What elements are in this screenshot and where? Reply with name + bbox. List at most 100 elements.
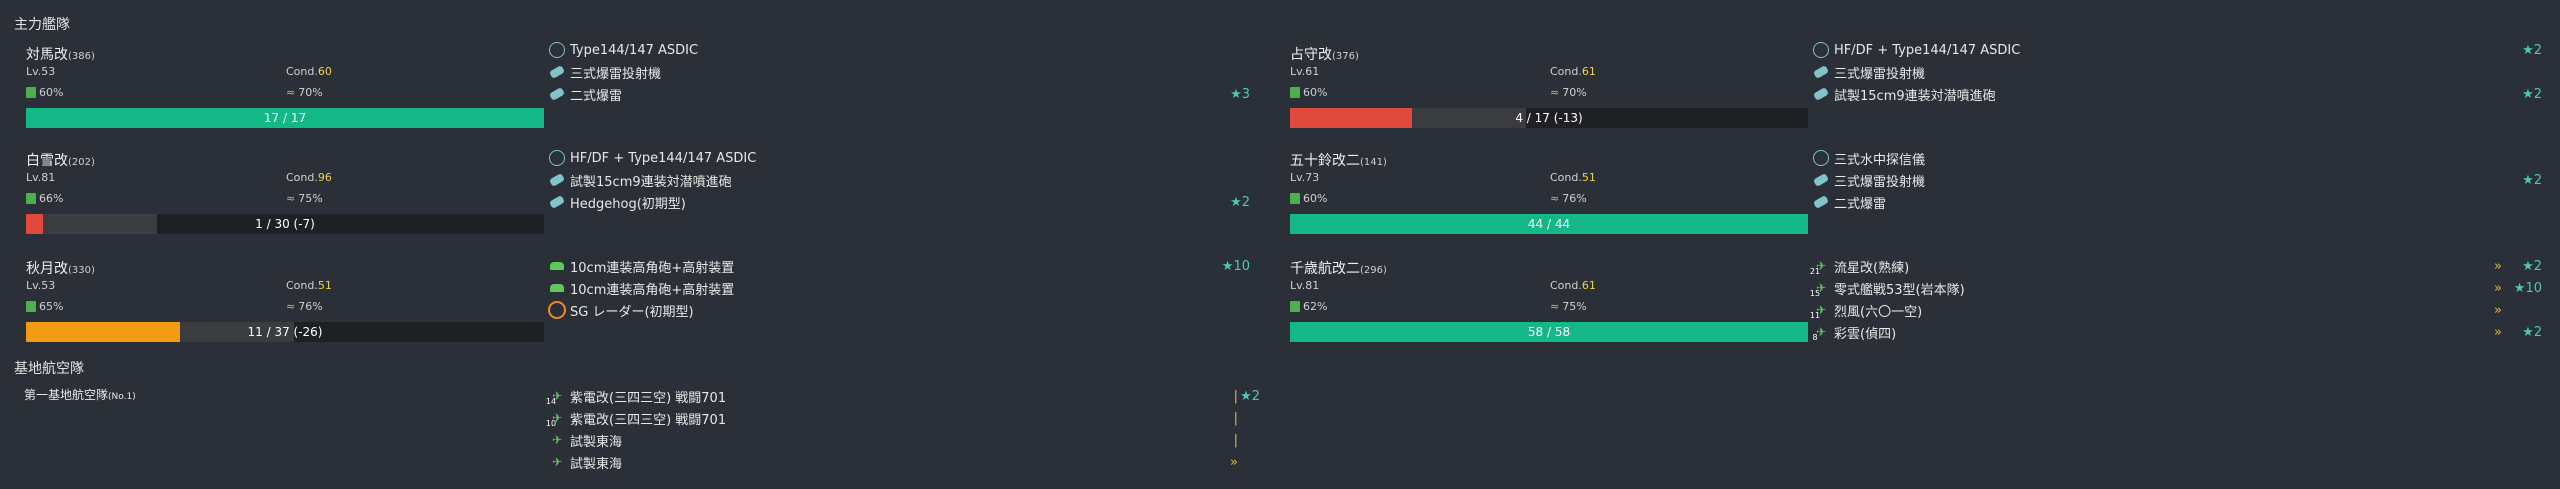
equipment-name: Type144/147 ASDIC — [570, 42, 699, 58]
plane-icon: ✈ 21 — [1809, 257, 1830, 276]
ship-cond: Cond.61 — [1550, 279, 1596, 292]
fuel-value: 60% — [1303, 86, 1328, 99]
equipment-item[interactable]: 二式爆雷 ★3 — [548, 84, 1250, 104]
equipment-item[interactable]: 三式爆雷投射機 — [1812, 62, 2542, 82]
hp-bar: 44 / 44 — [1290, 214, 1808, 234]
ship-name-text: 秋月改 — [26, 261, 68, 277]
equipment-name: 試製15cm9連装対潜噴進砲 — [1834, 88, 1996, 104]
equipment-item[interactable]: ✈ 試製東海 » — [548, 452, 1260, 472]
equipment-name: 二式爆雷 — [570, 88, 623, 104]
hp-bar: 17 / 17 — [26, 108, 544, 128]
dc-icon — [548, 63, 566, 81]
ship-ammo: ≈70% — [286, 86, 323, 99]
equipment-name: 試製東海 — [570, 434, 623, 450]
equipment-name: 三式爆雷投射機 — [570, 66, 662, 82]
hp-bar: 4 / 17 (-13) — [1290, 108, 1808, 128]
proficiency-icon: » — [2494, 324, 2502, 340]
ship-level: Lv.53 — [26, 65, 56, 78]
equipment-item[interactable]: 10cm連装高角砲+高射装置 ★10 — [548, 256, 1250, 276]
dc-icon — [548, 85, 566, 103]
hp-bar-label: 4 / 17 (-13) — [1515, 111, 1583, 125]
gun-icon-shape — [550, 284, 564, 292]
ship-id: (202) — [68, 157, 95, 168]
ship-card[interactable]: 対馬改(386) Lv.53 Cond.60 60% ≈70% 17 / 17 — [14, 44, 544, 134]
hp-bar-label: 17 / 17 — [263, 111, 307, 125]
ship-name: 千歳航改二(296) — [1290, 258, 1387, 278]
equipment-name: SG レーダー(初期型) — [570, 304, 694, 320]
equipment-item[interactable]: 10cm連装高角砲+高射装置 — [548, 278, 1250, 298]
ship-name: 対馬改(386) — [26, 44, 95, 64]
fuel-value: 66% — [39, 192, 64, 205]
equipment-name: 三式爆雷投射機 — [1834, 174, 1926, 190]
equipment-item[interactable]: 三式水中探信儀 — [1812, 148, 2542, 168]
sonar-icon — [548, 149, 566, 167]
equipment-item[interactable]: ✈ 15 零式艦戦53型(岩本隊) » ★10 — [1810, 278, 2542, 298]
equipment-item[interactable]: HF/DF + Type144/147 ASDIC — [548, 148, 1250, 168]
ship-card[interactable]: 白雪改(202) Lv.81 Cond.96 66% ≈75% 1 / 30 (-7) — [14, 150, 544, 240]
fuel-icon — [1290, 193, 1300, 204]
ship-card[interactable]: 千歳航改二(296) Lv.81 Cond.61 62% ≈75% 58 / 58 — [1278, 258, 1808, 348]
slot-count: 11 — [1809, 310, 1821, 320]
equipment-item[interactable]: ✈ 試製東海 | — [548, 430, 1260, 450]
equipment-item[interactable]: HF/DF + Type144/147 ASDIC ★2 — [1812, 40, 2542, 60]
ship-id: (296) — [1360, 265, 1387, 276]
improvement-stars: ★2 — [2522, 86, 2542, 102]
fuel-value: 65% — [39, 300, 64, 313]
cond-label: Cond. — [1550, 65, 1582, 78]
ship-name: 占守改(376) — [1290, 44, 1359, 64]
hp-bar-label: 44 / 44 — [1527, 217, 1571, 231]
ammo-icon: ≈ — [1550, 86, 1560, 99]
cond-value: 96 — [317, 171, 332, 184]
equipment-item[interactable]: ✈ 14 紫電改(三四三空) 戦闘701 | ★2 — [546, 386, 1260, 406]
ship-fuel: 60% — [26, 86, 63, 99]
ship-card[interactable]: 占守改(376) Lv.61 Cond.61 60% ≈70% 4 / 17 (-13) — [1278, 44, 1808, 134]
plane-icon: ✈ — [548, 453, 566, 471]
radar-icon — [548, 301, 566, 319]
ammo-value: 75% — [298, 192, 323, 205]
equipment-item[interactable]: 試製15cm9連装対潜噴進砲 ★2 — [1812, 84, 2542, 104]
ship-level: Lv.61 — [1290, 65, 1320, 78]
equipment-item[interactable]: ✈ 10 紫電改(三四三空) 戦闘701 | — [546, 408, 1260, 428]
equipment-name: 流星改(熟練) — [1834, 260, 1910, 276]
equipment-item[interactable]: ✈ 11 烈風(六〇一空) » — [1809, 300, 2542, 320]
hp-bar: 1 / 30 (-7) — [26, 214, 544, 234]
ship-card[interactable]: 五十鈴改二(141) Lv.73 Cond.51 60% ≈76% 44 / 44 — [1278, 150, 1808, 240]
equipment-item[interactable]: Hedgehog(初期型) ★2 — [548, 192, 1250, 212]
slot-count: 21 — [1809, 266, 1821, 276]
dc-icon — [1812, 193, 1830, 211]
hp-bar: 11 / 37 (-26) — [26, 322, 544, 342]
sonar-icon-shape — [1813, 150, 1829, 166]
ammo-icon: ≈ — [286, 192, 296, 205]
plane-icon-shape: ✈ — [551, 455, 563, 469]
fuel-icon — [26, 301, 36, 312]
dc-icon — [1812, 85, 1830, 103]
ship-cond: Cond.51 — [286, 279, 332, 292]
equipment-item[interactable]: 試製15cm9連装対潜噴進砲 — [548, 170, 1250, 190]
equipment-item[interactable]: ✈ 8 彩雲(偵四) » ★2 — [1812, 322, 2542, 342]
ship-fuel: 62% — [1290, 300, 1327, 313]
sonar-icon-shape — [1813, 42, 1829, 58]
equipment-item[interactable]: 三式爆雷投射機 ★2 — [1812, 170, 2542, 190]
ship-fuel: 66% — [26, 192, 63, 205]
improvement-stars: ★2 — [1240, 388, 1260, 404]
equipment-item[interactable]: Type144/147 ASDIC — [548, 40, 1250, 60]
ship-card[interactable]: 秋月改(330) Lv.53 Cond.51 65% ≈76% 11 / 37 (-26) — [14, 258, 544, 348]
ship-name-text: 対馬改 — [26, 47, 68, 63]
plane-icon: ✈ 11 — [1809, 301, 1830, 320]
fuel-icon — [1290, 87, 1300, 98]
ship-level: Lv.81 — [26, 171, 56, 184]
plane-icon: ✈ 8 — [1812, 323, 1830, 342]
ship-level: Lv.81 — [1290, 279, 1320, 292]
ship-fuel: 60% — [1290, 192, 1327, 205]
equipment-item[interactable]: 二式爆雷 — [1812, 192, 2542, 212]
equipment-name: 試製15cm9連装対潜噴進砲 — [570, 174, 732, 190]
equipment-item[interactable]: ✈ 21 流星改(熟練) » ★2 — [1809, 256, 2542, 276]
equipment-name: 10cm連装高角砲+高射装置 — [570, 260, 735, 276]
fuel-value: 62% — [1303, 300, 1328, 313]
equipment-item[interactable]: SG レーダー(初期型) — [548, 300, 1250, 320]
improvement-stars: ★2 — [2522, 172, 2542, 188]
ship-ammo: ≈75% — [286, 192, 323, 205]
improvement-stars: ★2 — [2522, 42, 2542, 58]
equipment-item[interactable]: 三式爆雷投射機 — [548, 62, 1250, 82]
ship-level: Lv.53 — [26, 279, 56, 292]
